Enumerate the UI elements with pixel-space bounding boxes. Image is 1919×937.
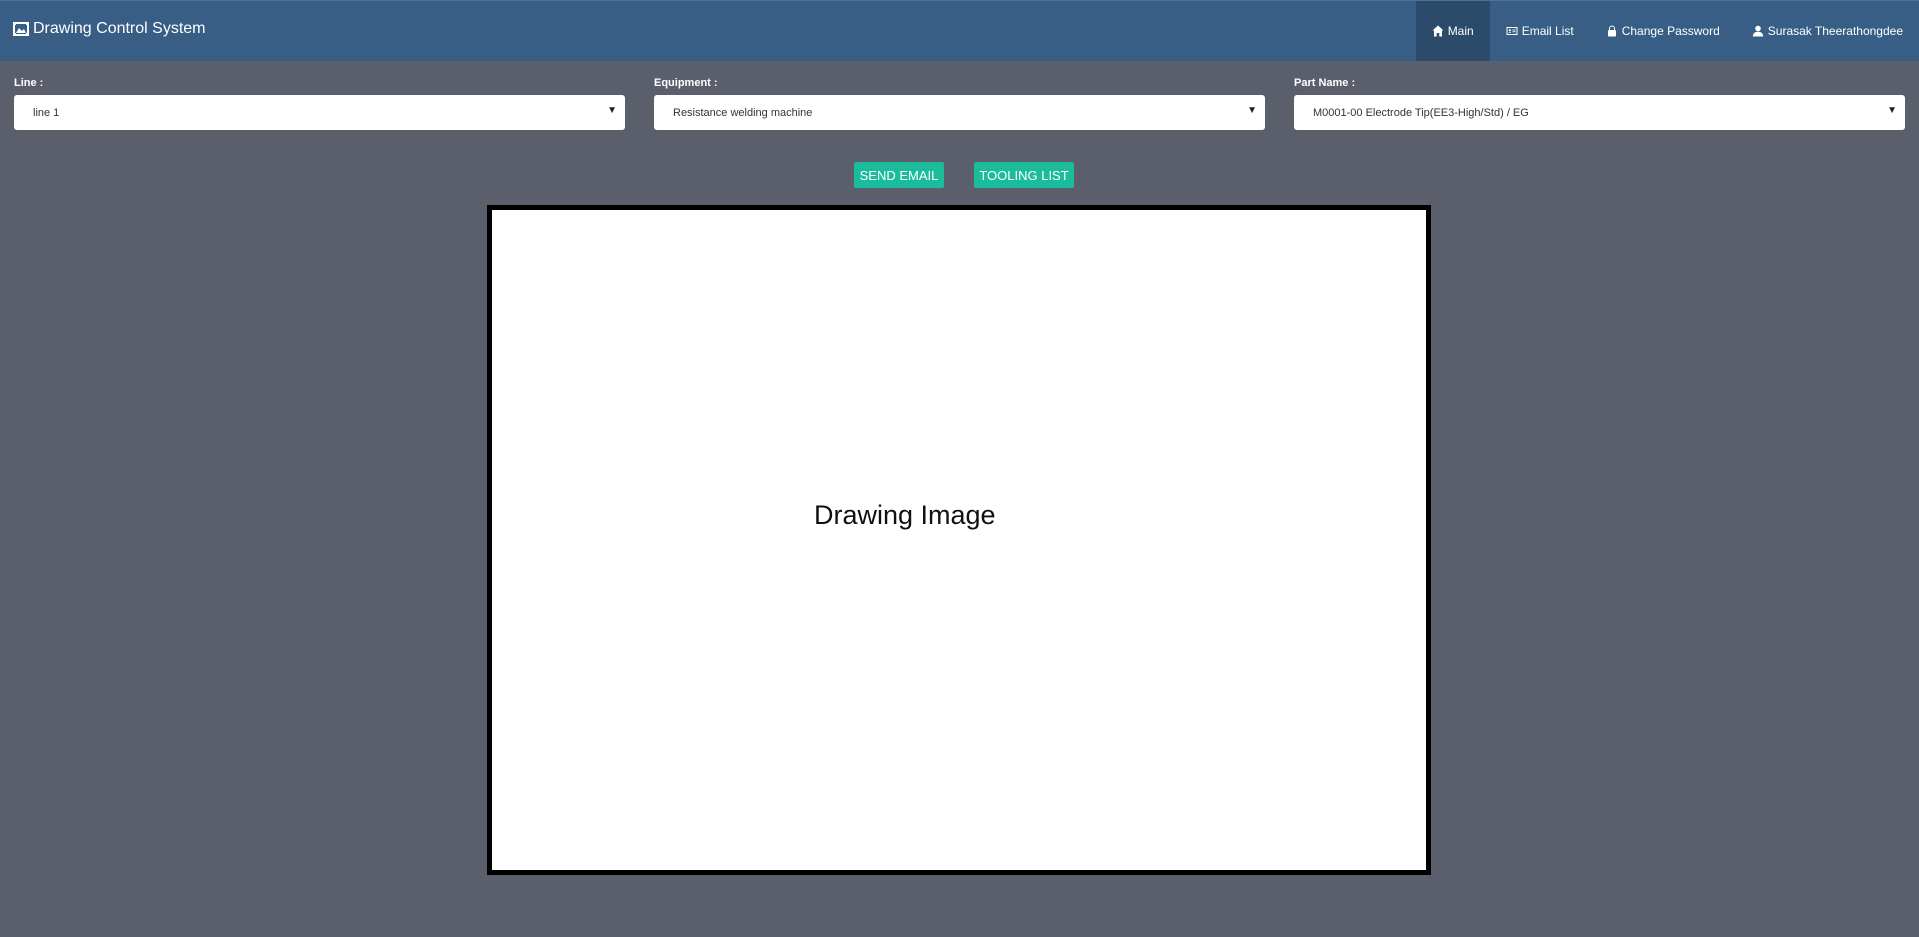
line-select-value: line 1 xyxy=(33,106,60,119)
equipment-select-value: Resistance welding machine xyxy=(673,106,813,119)
lock-icon xyxy=(1607,25,1616,37)
id-card-icon xyxy=(1506,27,1518,35)
nav-item-label: Main xyxy=(1447,24,1474,38)
nav-menu: Main Email List Change Password Surasak … xyxy=(1415,1,1919,61)
chevron-down-icon: ▼ xyxy=(607,105,617,116)
home-icon xyxy=(1432,25,1444,37)
part-name-select[interactable]: M0001-00 Electrode Tip(EE3-High/Std) / E… xyxy=(1294,95,1905,130)
line-select[interactable]: line 1 ▼ xyxy=(14,95,625,130)
nav-item-label: Email List xyxy=(1521,24,1574,38)
nav-item-email-list[interactable]: Email List xyxy=(1490,1,1590,61)
filter-bar: Line : line 1 ▼ Equipment : Resistance w… xyxy=(0,75,1919,135)
part-name-select-value: M0001-00 Electrode Tip(EE3-High/Std) / E… xyxy=(1313,106,1529,119)
drawing-image-frame: Drawing Image xyxy=(487,205,1431,875)
nav-item-change-password[interactable]: Change Password xyxy=(1590,1,1736,61)
nav-item-main[interactable]: Main xyxy=(1415,1,1490,61)
tooling-list-button[interactable]: TOOLING LIST xyxy=(974,162,1074,188)
equipment-label: Equipment : xyxy=(654,77,718,89)
drawing-image-placeholder: Drawing Image xyxy=(814,500,996,530)
part-name-label: Part Name : xyxy=(1294,77,1356,89)
nav-item-label: Change Password xyxy=(1621,24,1720,38)
equipment-select[interactable]: Resistance welding machine ▼ xyxy=(654,95,1265,130)
send-email-button[interactable]: SEND EMAIL xyxy=(854,162,944,188)
app-title: Drawing Control System xyxy=(33,19,206,37)
nav-item-user[interactable]: Surasak Theerathongdee xyxy=(1736,1,1919,61)
equipment-filter: Equipment : Resistance welding machine ▼ xyxy=(654,75,1265,130)
user-icon xyxy=(1752,25,1763,37)
nav-item-label: Surasak Theerathongdee xyxy=(1767,24,1903,38)
brand[interactable]: Drawing Control System xyxy=(0,1,206,56)
line-label: Line : xyxy=(14,77,44,89)
chevron-down-icon: ▼ xyxy=(1887,105,1897,116)
part-name-filter: Part Name : M0001-00 Electrode Tip(EE3-H… xyxy=(1294,75,1905,130)
image-frame-icon xyxy=(13,21,29,36)
line-filter: Line : line 1 ▼ xyxy=(14,75,625,130)
chevron-down-icon: ▼ xyxy=(1247,105,1257,116)
top-navbar: Drawing Control System Main Email List C… xyxy=(0,0,1919,61)
